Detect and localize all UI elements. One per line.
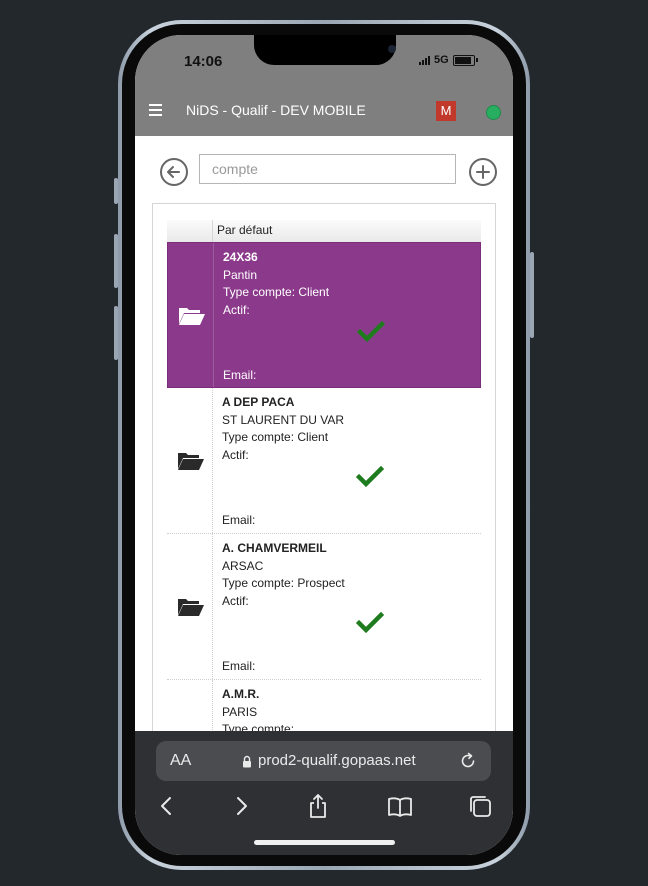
status-time: 14:06 [184, 53, 223, 70]
camera-icon [388, 45, 396, 53]
row-icon-cell [168, 243, 214, 387]
share-icon[interactable] [305, 793, 331, 819]
signal-icon [419, 55, 430, 65]
column-separator [212, 220, 213, 242]
mute-switch [114, 178, 118, 204]
url-text[interactable]: prod2-qualif.gopaas.net [258, 752, 416, 769]
account-city: PARIS [222, 704, 258, 719]
reader-settings-button[interactable]: AA [170, 752, 191, 770]
column-header-label[interactable]: Par défaut [217, 223, 272, 237]
account-email-label: Email: [222, 513, 256, 527]
tabs-icon[interactable] [467, 793, 493, 819]
reload-icon[interactable] [458, 751, 478, 771]
account-email-label: Email: [222, 659, 256, 673]
account-city: ST LAURENT DU VAR [222, 412, 345, 427]
account-active-label: Actif: [222, 593, 249, 608]
account-details: 24X36 Pantin Type compte: Client Actif: [223, 249, 329, 319]
status-indicators: 5G [419, 54, 478, 66]
account-type: Type compte: Prospect [222, 576, 345, 590]
account-name: A DEP PACA [222, 395, 295, 409]
account-city: ARSAC [222, 558, 264, 573]
checkmark-icon [356, 466, 384, 488]
home-indicator [254, 840, 395, 845]
bookmarks-icon[interactable] [387, 793, 413, 819]
back-arrow-icon [167, 166, 180, 178]
menu-icon[interactable] [149, 104, 162, 119]
address-bar[interactable]: AA prod2-qualif.gopaas.net [156, 741, 491, 781]
folder-open-icon [179, 308, 205, 325]
account-name: A. CHAMVERMEIL [222, 541, 327, 555]
user-badge[interactable]: M [436, 101, 456, 121]
account-name: 24X36 [223, 250, 258, 264]
add-icon [476, 165, 490, 179]
back-button[interactable] [160, 158, 188, 186]
power-button [530, 252, 534, 338]
account-active-label: Actif: [222, 447, 249, 462]
online-status-indicator [486, 105, 501, 120]
account-city: Pantin [223, 267, 258, 282]
battery-cap [475, 58, 478, 62]
account-type: Type compte: Client [222, 430, 329, 444]
checkmark-icon [356, 612, 384, 634]
browser-toolbar: AA prod2-qualif.gopaas.net [135, 731, 513, 855]
checkmark-icon [357, 321, 385, 343]
account-type: Type compte: Client [223, 285, 330, 299]
phone-screen: 14:06 5G NiDS - Qualif - DEV MOBILE M co… [135, 35, 513, 855]
row-icon-cell [167, 534, 213, 679]
folder-open-icon [178, 453, 204, 470]
account-row[interactable]: 24X36 Pantin Type compte: Client Actif: … [167, 242, 481, 388]
battery-icon [452, 54, 475, 66]
account-details: A DEP PACA ST LAURENT DU VAR Type compte… [222, 394, 344, 464]
lock-icon [243, 755, 251, 768]
account-row[interactable]: A DEP PACA ST LAURENT DU VAR Type compte… [167, 388, 481, 534]
grid-header: Par défaut [167, 220, 481, 242]
search-input[interactable] [199, 154, 456, 184]
network-label: 5G [434, 54, 449, 66]
volume-up-button [114, 234, 118, 288]
account-email-label: Email: [223, 368, 257, 382]
volume-down-button [114, 306, 118, 360]
account-active-label: Actif: [223, 302, 250, 317]
account-details: A. CHAMVERMEIL ARSAC Type compte: Prospe… [222, 540, 345, 610]
chevron-right-icon[interactable] [228, 793, 254, 819]
app-header: 14:06 5G NiDS - Qualif - DEV MOBILE M [135, 35, 513, 136]
account-name: A.M.R. [222, 687, 260, 701]
app-title: NiDS - Qualif - DEV MOBILE [186, 102, 366, 118]
row-icon-cell [167, 388, 213, 533]
notch [254, 35, 396, 65]
browser-nav [135, 793, 513, 823]
add-button[interactable] [469, 158, 497, 186]
chevron-left-icon[interactable] [154, 793, 180, 819]
account-row[interactable]: A. CHAMVERMEIL ARSAC Type compte: Prospe… [167, 534, 481, 680]
folder-open-icon [178, 599, 204, 616]
